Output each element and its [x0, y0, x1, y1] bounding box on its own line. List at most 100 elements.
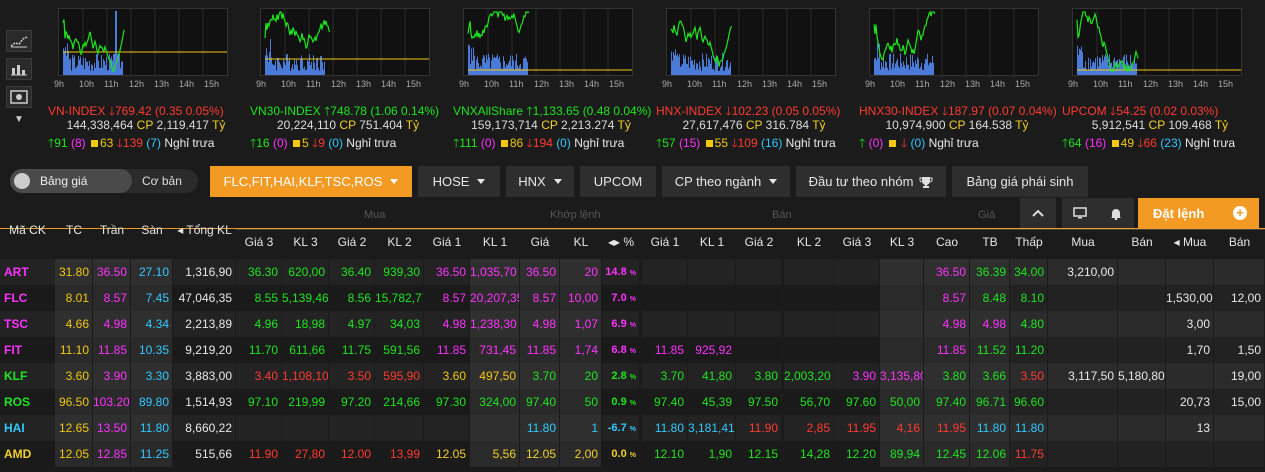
volume-bar [1095, 58, 1096, 75]
index-card[interactable]: 9h 10h 11h 12h 13h 14h 15h VNXAllShare 🡑1,133.6… [445, 0, 651, 150]
header-floor[interactable]: Sàn [131, 223, 173, 237]
volume-bar [500, 62, 501, 75]
derivatives-button[interactable]: Bảng giá phái sinh [952, 166, 1088, 197]
index-card[interactable]: 9h 10h 11h 12h 13h 14h 15h UPCOM 🡓54.25 (0.02 0… [1054, 0, 1259, 150]
symbol-cell[interactable]: KLF [0, 363, 55, 389]
upcom-button[interactable]: UPCOM [580, 166, 656, 197]
volume-bar [495, 57, 496, 75]
table-cell [1166, 259, 1213, 285]
volume-bar [920, 66, 921, 75]
bar-chart-icon[interactable] [6, 58, 32, 80]
hose-dropdown[interactable]: HOSE [418, 166, 500, 197]
display-settings-icon[interactable] [6, 86, 32, 108]
table-row[interactable]: FLC 8.01 8.57 7.45 47,046,35 8.55 5,139,46 8.56… [0, 285, 1265, 311]
line-chart-icon[interactable] [6, 30, 32, 52]
table-row[interactable]: HAI 12.65 13.50 11.80 8,660,22 11.80 1 -6.7 % 11… [0, 415, 1265, 441]
decliners-count: 109 [737, 136, 758, 150]
hnx-dropdown[interactable]: HNX [506, 166, 574, 197]
volume-bar [287, 54, 288, 75]
header-ref[interactable]: TC [55, 223, 93, 237]
symbol-cell[interactable]: ROS [0, 389, 55, 415]
table-cell: 1,514,93 [173, 389, 235, 415]
volume-bar [888, 70, 889, 75]
cp-label: CP [339, 118, 356, 132]
sub-header-band [236, 229, 1265, 259]
volume-bar [308, 61, 309, 75]
volume-bar [303, 68, 304, 75]
unchanged-square-icon [705, 140, 713, 147]
symbol-cell[interactable]: FIT [0, 337, 55, 363]
table-cell: 4.98 [970, 311, 1009, 337]
volume-bar [313, 55, 314, 75]
table-row[interactable]: KLF 3.60 3.90 3.30 3,883,00 3.40 1,108,10 3.50 5… [0, 363, 1265, 389]
volume-bar [301, 55, 302, 75]
symbol-cell[interactable]: AMD [0, 441, 55, 467]
table-cell: 9,219,20 [173, 337, 235, 363]
volume-bar [678, 56, 679, 75]
volume-bar [709, 59, 710, 75]
header-total-volume[interactable]: ◂ Tổng KL [173, 223, 236, 237]
table-cell [1118, 415, 1165, 441]
header-ceiling[interactable]: Trần [93, 223, 131, 237]
volume-bar [295, 64, 296, 75]
table-cell: 11.80 [520, 415, 559, 441]
symbol-cell[interactable]: FLC [0, 285, 55, 311]
table-row[interactable]: AMD 12.05 12.85 11.25 515,66 11.90 27,80 12.00 1… [0, 441, 1265, 467]
table-row[interactable]: TSC 4.66 4.98 4.34 2,213,89 4.96 18,98 4.97 34,0… [0, 311, 1265, 337]
toggle-off-label[interactable]: Cơ bản [142, 174, 182, 188]
table-row[interactable]: ROS 96.50 103.20 89.80 1,514,93 97.10 219,99 97… [0, 389, 1265, 415]
table-cell [1048, 415, 1117, 441]
session-status: Nghỉ trưa [164, 136, 215, 150]
volume-bar [316, 59, 317, 75]
index-card[interactable]: 9h 10h 11h 12h 13h 14h 15h VN30-INDEX 🡑748.78 (… [242, 0, 447, 150]
watchlist-dropdown[interactable]: FLC,FIT,HAI,KLF,TSC,ROS [210, 166, 412, 197]
index-card[interactable]: 9h 10h 11h 12h 13h 14h 15h VN-INDEX 🡓769.42 (0.… [40, 0, 245, 150]
table-cell: 36.30 [236, 259, 281, 285]
collapse-button[interactable] [1020, 198, 1056, 228]
notification-button[interactable] [1098, 198, 1134, 228]
volume-bar [323, 69, 324, 75]
session-status: Nghỉ trưa [785, 136, 836, 150]
table-cell: 96.60 [1010, 389, 1047, 415]
table-cell: 11.85 [520, 337, 559, 363]
hour-label: 9h [1068, 79, 1079, 89]
view-toggle[interactable]: Bảng giá Cơ bản [10, 169, 198, 193]
table-cell [736, 311, 781, 337]
volume-bar [933, 62, 934, 75]
symbol-cell[interactable]: HAI [0, 415, 55, 441]
index-breadth-line: 🡑111 (0) 86 🡓194 (0) Nghỉ trưa [453, 134, 624, 155]
floor-count: (23) [1160, 136, 1182, 150]
index-card[interactable]: 9h 10h 11h 12h 13h 14h 15h HNX-INDEX 🡓102.23 (0… [648, 0, 853, 150]
volume-bar [1113, 59, 1114, 75]
floor-count: (0) [328, 136, 343, 150]
hnx-label: HNX [518, 174, 546, 189]
volume-bar [324, 61, 325, 75]
volume-bar [65, 47, 66, 75]
fullscreen-button[interactable] [1062, 198, 1098, 228]
cp-label: CP [948, 118, 966, 132]
symbol-cell[interactable]: ART [0, 259, 55, 285]
cp-value: 751.404 [359, 118, 403, 132]
index-value: 102.23 [731, 104, 769, 118]
volume-bar [80, 56, 81, 75]
caret-down-icon[interactable]: ▼ [6, 114, 32, 125]
table-cell: 11.85 [642, 337, 687, 363]
table-cell: 1,108,10 [282, 363, 328, 389]
place-order-button[interactable]: Đặt lệnh + [1138, 198, 1259, 228]
decliners-count: 66 [1143, 136, 1157, 150]
index-card[interactable]: 9h 10h 11h 12h 13h 14h 15h HNX30-INDEX 🡓187.97 … [851, 0, 1057, 150]
table-row[interactable]: FIT 11.10 11.85 10.35 9,219,20 11.70 611,66 11.… [0, 337, 1265, 363]
table-row[interactable]: ART 31.80 36.50 27.10 1,316,90 36.30 620,00 36.… [0, 259, 1265, 285]
group-button[interactable]: Đầu tư theo nhóm [796, 166, 946, 197]
sector-dropdown[interactable]: CP theo ngành [662, 166, 790, 197]
volume-bar [79, 59, 80, 75]
symbol-cell[interactable]: TSC [0, 311, 55, 337]
volume-bar [290, 70, 291, 75]
volume-bar [898, 65, 899, 75]
header-symbol[interactable]: Mã CK [0, 223, 55, 237]
table-cell: 611,66 [282, 337, 328, 363]
volume-bar [297, 65, 298, 75]
cp-label: CP [1148, 118, 1165, 132]
table-cell [642, 285, 687, 311]
index-volume: 27,617,476 [682, 118, 743, 132]
